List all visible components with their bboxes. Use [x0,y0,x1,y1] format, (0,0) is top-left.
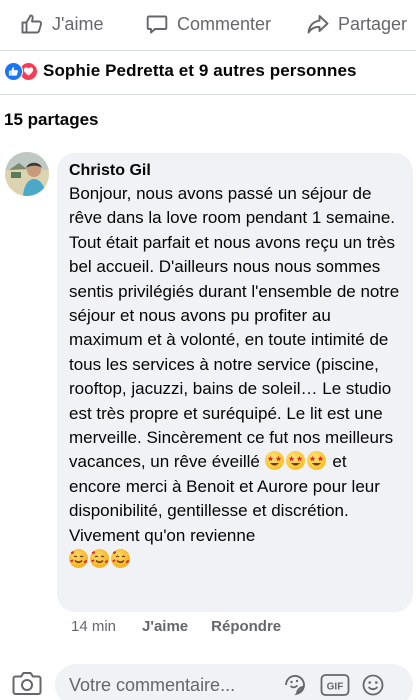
gif-icon: GIF [320,674,350,696]
like-button-label: J'aime [52,13,104,34]
star-struck-emoji [285,451,305,471]
comment-author[interactable]: Christo Gil [69,162,403,180]
comment-text: Bonjour, nous avons passé un séjour de r… [69,182,403,573]
smiley-icon [362,674,384,696]
camera-icon [12,672,42,695]
comment-timestamp[interactable]: 14 min [71,618,116,635]
comment-bubble[interactable]: Christo Gil Bonjour, nous avons passé un… [57,153,413,612]
comment-input-wrapper: GIF [55,664,413,700]
avatar[interactable] [5,152,49,196]
sticker-icon [285,675,305,696]
reactions-summary-text: Sophie Pedretta et 9 autres personnes [43,61,357,80]
emoji-button[interactable] [361,673,385,700]
speech-bubble-icon [146,15,168,34]
post-action-bar: J'aime Commenter Partager [0,0,416,50]
star-struck-emoji [306,451,326,471]
shares-count[interactable]: 15 partages [4,110,99,130]
share-button[interactable]: Partager [306,12,407,36]
reaction-icons [4,61,38,81]
smiling-face-with-hearts-emoji [69,549,88,569]
thumbs-up-icon [21,14,43,34]
comment-button[interactable]: Commenter [145,12,271,36]
star-struck-emoji [264,451,284,471]
star-struck-emoji-group [264,451,333,471]
smiling-face-with-hearts-emoji [111,549,130,569]
comment-like-button[interactable]: J'aime [142,618,188,635]
share-button-label: Partager [338,13,408,34]
divider [0,94,416,95]
comment-input[interactable] [69,664,269,700]
comment-button-label: Commenter [177,13,272,34]
like-button[interactable]: J'aime [20,12,103,36]
gif-button[interactable]: GIF [320,673,350,700]
comment-composer: GIF [0,660,416,700]
sticker-button[interactable] [283,673,307,700]
svg-text:GIF: GIF [327,682,344,693]
camera-button[interactable] [12,670,42,700]
smiling-face-with-hearts-emoji [90,549,109,569]
divider [0,50,416,51]
share-arrow-icon [307,15,329,34]
comment-reply-button[interactable]: Répondre [211,618,281,635]
like-icon [4,61,23,81]
reactions-summary[interactable]: Sophie Pedretta et 9 autres personnes [4,58,357,84]
smiling-hearts-emoji-group [69,549,132,569]
comment-text-part-1: Bonjour, nous avons passé un séjour de r… [69,184,400,472]
comment-meta: 14 min J'aime Répondre [71,618,281,635]
